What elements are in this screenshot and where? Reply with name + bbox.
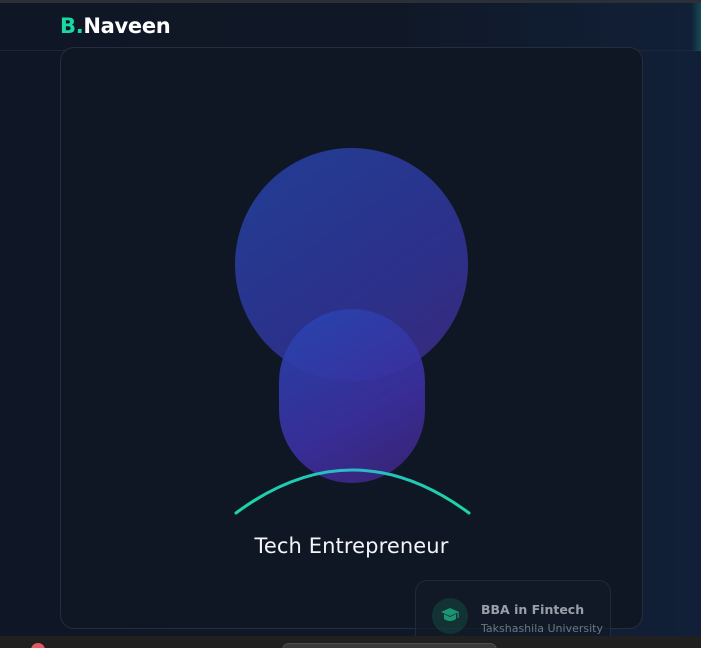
brand-logo[interactable]: B.Naveen bbox=[60, 14, 171, 38]
brand-name: Naveen bbox=[83, 14, 171, 38]
education-degree: BBA in Fintech bbox=[481, 602, 585, 617]
brand-initial: B. bbox=[60, 14, 84, 38]
taskbar-search-pill[interactable] bbox=[282, 643, 497, 648]
role-title: Tech Entrepreneur bbox=[254, 534, 449, 558]
portfolio-page: B.Naveen Tech Entrepreneur BBA in Fintec… bbox=[0, 0, 701, 648]
navbar-edge-glow bbox=[691, 3, 701, 51]
education-institution: Takshashila University bbox=[481, 622, 603, 635]
avatar-arc-decoration bbox=[234, 468, 471, 515]
navbar: B.Naveen bbox=[0, 3, 701, 51]
graduation-cap-icon bbox=[432, 598, 468, 634]
